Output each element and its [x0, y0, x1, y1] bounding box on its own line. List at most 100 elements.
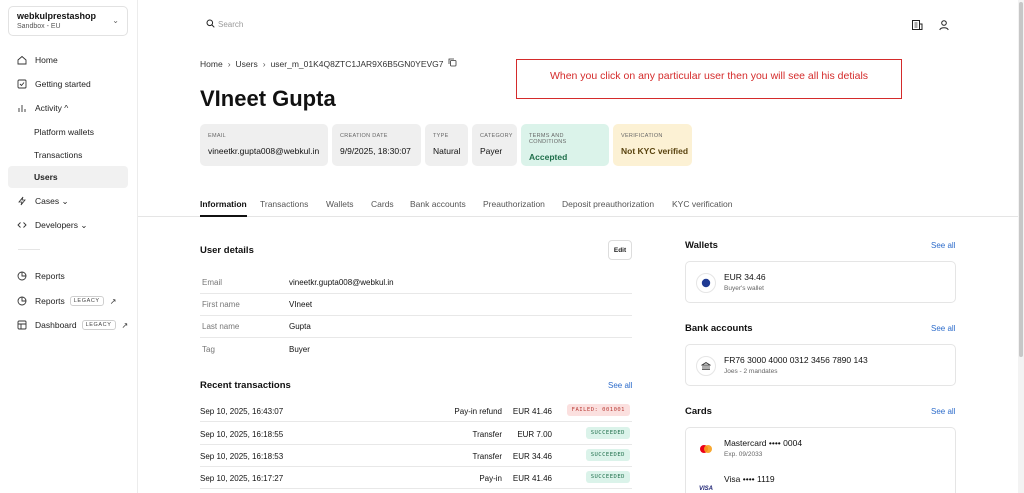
wallet-card[interactable]: EUR 34.46 Buyer's wallet [685, 261, 956, 303]
sidebar-item-label: Reports [35, 296, 65, 306]
bank-accounts-see-all-link[interactable]: See all [931, 324, 955, 333]
card-name: Mastercard •••• 0004 [724, 438, 803, 448]
bar-chart-icon [17, 103, 27, 113]
building-icon[interactable] [910, 18, 924, 32]
sidebar-item-label: Cases ⌄ [35, 195, 69, 206]
workspace-switcher[interactable]: webkulprestashop Sandbox - EU ⌄ [8, 6, 128, 36]
search-input[interactable]: Search [206, 19, 243, 30]
sidebar-item-label: Activity ^ [35, 103, 69, 113]
pie-icon [17, 271, 27, 281]
transaction-amount: EUR 41.46 [512, 474, 552, 483]
card-label: VERIFICATION [621, 133, 663, 139]
category-card: CATEGORY Payer [472, 124, 517, 166]
tab-preauthorization[interactable]: Preauthorization [483, 199, 545, 217]
detail-value: VIneet [289, 300, 313, 309]
card-expiry: Exp. 09/2033 [724, 451, 763, 458]
user-profile-icon[interactable] [937, 18, 951, 32]
copy-icon[interactable] [448, 58, 457, 69]
status-badge: FAILED: 001001 [566, 404, 630, 416]
transaction-amount: EUR 34.46 [512, 452, 552, 461]
sidebar-item-reports-legacy[interactable]: Reports LEGACY ↗ [8, 290, 128, 312]
detail-row-first-name: First name VIneet [200, 294, 632, 316]
detail-row-last-name: Last name Gupta [200, 316, 632, 338]
transaction-amount: EUR 7.00 [517, 430, 552, 439]
tab-cards[interactable]: Cards [371, 199, 394, 217]
tab-kyc-verification[interactable]: KYC verification [672, 199, 732, 217]
sidebar-item-label: Developers ⌄ [35, 219, 88, 230]
card-label: CREATION DATE [340, 133, 388, 139]
wallets-see-all-link[interactable]: See all [931, 241, 955, 250]
terms-card: TERMS AND CONDITIONS Accepted [521, 124, 609, 166]
card-label: TERMS AND CONDITIONS [529, 133, 567, 145]
bank-icon [696, 356, 716, 376]
sidebar-item-users[interactable]: Users [8, 166, 128, 188]
transaction-row[interactable]: Sep 10, 2025, 16:18:53 Transfer EUR 34.4… [200, 445, 632, 467]
wallet-item[interactable]: EUR 34.46 Buyer's wallet [686, 262, 955, 302]
breadcrumb-users[interactable]: Users [236, 59, 258, 69]
card-label: CATEGORY [480, 133, 513, 139]
wallet-description: Buyer's wallet [724, 285, 764, 292]
checkbox-icon [17, 79, 27, 89]
detail-key: Tag [202, 344, 215, 354]
sidebar: webkulprestashop Sandbox - EU ⌄ Home Get… [0, 0, 138, 493]
transaction-row[interactable]: Sep 10, 2025, 16:43:07 Pay-in refund EUR… [200, 400, 632, 422]
external-link-icon: ↗ [109, 296, 117, 306]
detail-key: Email [202, 278, 223, 287]
sidebar-item-cases[interactable]: Cases ⌄ [8, 190, 128, 212]
status-badge: SUCCEEDED [585, 471, 630, 483]
card-value: vineetkr.gupta008@webkul.in [208, 146, 320, 156]
detail-value: Gupta [289, 322, 311, 331]
sidebar-item-transactions[interactable]: Transactions [8, 144, 128, 166]
card-item[interactable]: Mastercard •••• 0004 Exp. 09/2033 [686, 428, 955, 468]
page-scrollbar[interactable] [1018, 0, 1024, 493]
transaction-type: Pay-in refund [454, 407, 502, 416]
cards-see-all-link[interactable]: See all [931, 407, 955, 416]
card-name: Visa •••• 1119 [724, 474, 775, 484]
bank-account-item[interactable]: FR76 3000 4000 0312 3456 7890 143 Joes -… [686, 345, 955, 385]
edit-button[interactable]: Edit [608, 240, 632, 260]
transaction-date: Sep 10, 2025, 16:18:53 [200, 452, 284, 461]
sidebar-item-getting-started[interactable]: Getting started [8, 73, 128, 95]
sidebar-item-dashboard-legacy[interactable]: Dashboard LEGACY ↗ [8, 314, 128, 336]
sidebar-item-label: Dashboard [35, 320, 77, 330]
sidebar-item-activity[interactable]: Activity ^ [8, 97, 128, 119]
transaction-type: Transfer [472, 430, 503, 439]
sidebar-item-developers[interactable]: Developers ⌄ [8, 214, 128, 236]
visa-icon: VISA [698, 486, 713, 492]
search-placeholder: Search [218, 20, 244, 29]
external-link-icon: ↗ [121, 320, 129, 330]
sidebar-item-home[interactable]: Home [8, 49, 128, 71]
tab-information[interactable]: Information [200, 199, 247, 217]
mastercard-icon [696, 439, 716, 459]
tab-transactions[interactable]: Transactions [260, 199, 308, 217]
transaction-amount: EUR 41.46 [512, 407, 552, 416]
transaction-row[interactable]: Sep 10, 2025, 16:18:55 Transfer EUR 7.00… [200, 423, 632, 445]
user-details-title: User details [200, 245, 254, 256]
tab-bank-accounts[interactable]: Bank accounts [410, 199, 466, 217]
home-icon [17, 55, 27, 65]
recent-transactions-see-all-link[interactable]: See all [608, 381, 632, 390]
legacy-badge: LEGACY [81, 320, 116, 330]
email-card: EMAIL vineetkr.gupta008@webkul.in [200, 124, 328, 166]
workspace-name: webkulprestashop [17, 11, 97, 21]
bank-accounts-title: Bank accounts [685, 323, 753, 334]
card-item[interactable]: VISA Visa •••• 1119 [686, 468, 955, 493]
transaction-date: Sep 10, 2025, 16:17:27 [200, 474, 284, 483]
detail-key: First name [202, 300, 240, 309]
chevron-right-icon: › [262, 58, 266, 69]
bank-account-card[interactable]: FR76 3000 4000 0312 3456 7890 143 Joes -… [685, 344, 956, 386]
bolt-icon [17, 196, 27, 206]
search-icon [206, 19, 215, 30]
workspace-environment: Sandbox - EU [17, 23, 61, 30]
sidebar-item-label: Home [35, 55, 58, 65]
breadcrumb-home[interactable]: Home [200, 59, 223, 69]
scrollbar-thumb[interactable] [1019, 2, 1023, 357]
eu-flag-icon [696, 273, 716, 293]
tab-deposit-preauthorization[interactable]: Deposit preauthorization [562, 199, 654, 217]
detail-value: vineetkr.gupta008@webkul.in [289, 278, 394, 287]
tab-wallets[interactable]: Wallets [326, 199, 354, 217]
sidebar-item-reports[interactable]: Reports [8, 265, 128, 287]
transaction-row[interactable]: Sep 10, 2025, 16:17:27 Pay-in EUR 41.46 … [200, 467, 632, 489]
recent-transactions-title: Recent transactions [200, 380, 291, 391]
sidebar-item-platform-wallets[interactable]: Platform wallets [8, 121, 128, 143]
